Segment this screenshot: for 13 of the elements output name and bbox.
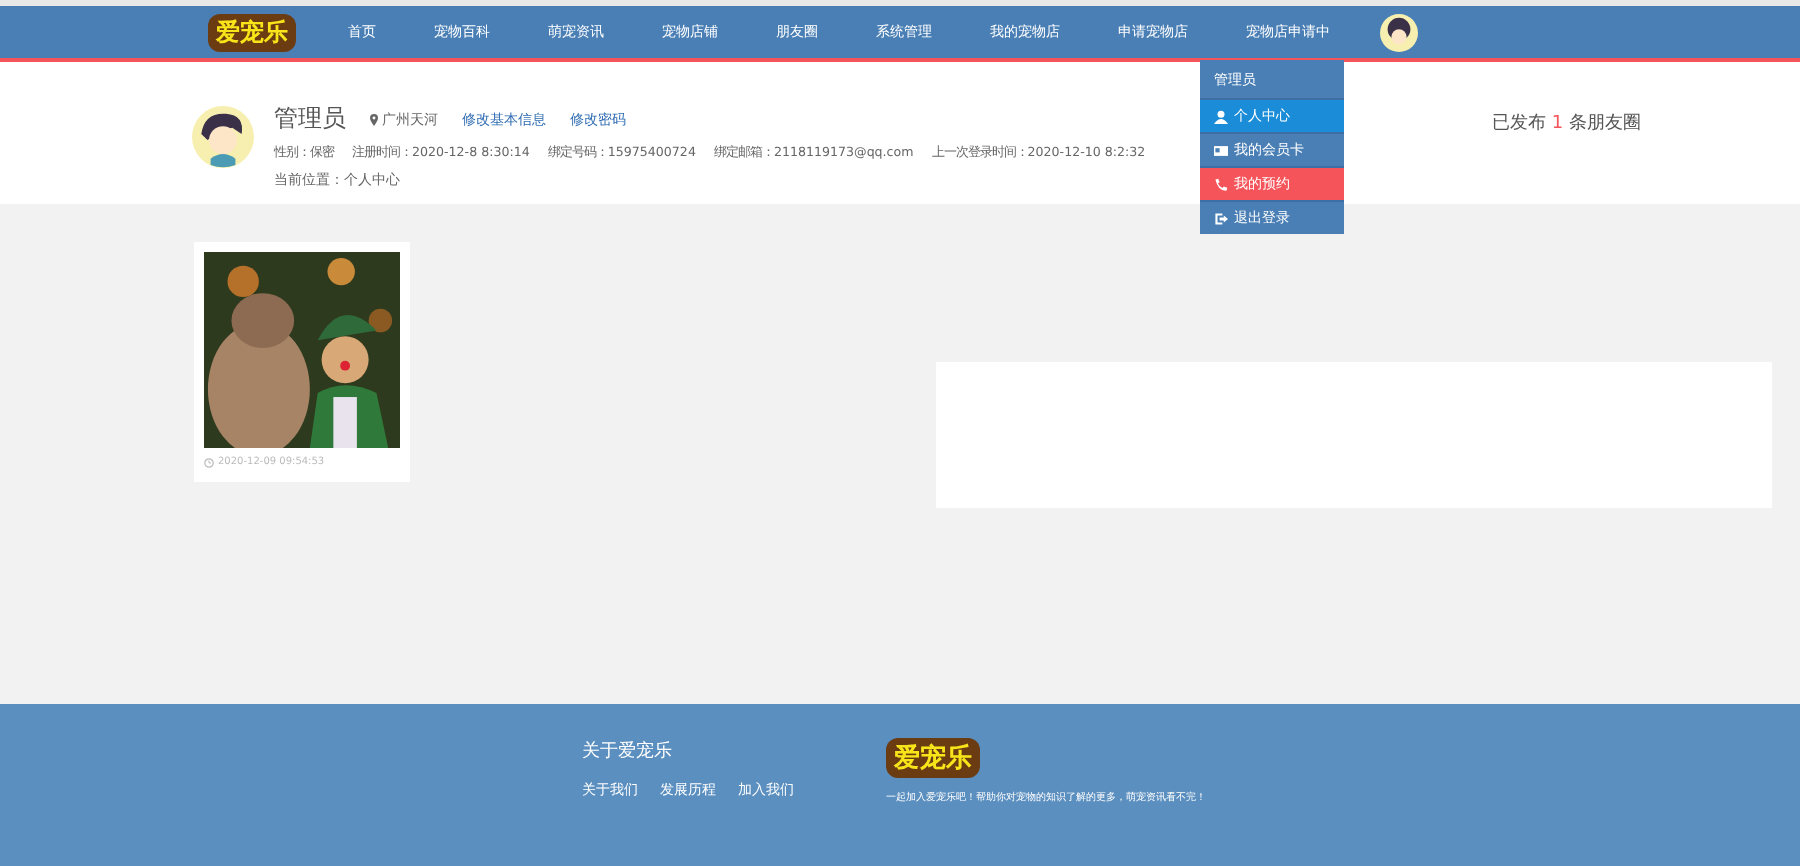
logout-icon xyxy=(1214,211,1228,225)
user-name: 管理员 xyxy=(274,102,346,136)
avatar-icon[interactable] xyxy=(1380,13,1418,51)
logo[interactable]: 爱宠乐 xyxy=(208,13,296,51)
footer-title: 关于爱宠乐 xyxy=(582,739,674,764)
footer-logo: 爱宠乐 xyxy=(886,738,980,778)
user-icon xyxy=(1214,109,1228,123)
avatar-icon xyxy=(192,106,254,168)
clock-icon xyxy=(204,457,214,467)
card-icon xyxy=(1214,143,1228,157)
post-count-text: 已发布 1 条朋友圈 xyxy=(1492,111,1641,136)
phone-icon xyxy=(1214,177,1228,191)
location-pin-icon xyxy=(370,113,378,125)
